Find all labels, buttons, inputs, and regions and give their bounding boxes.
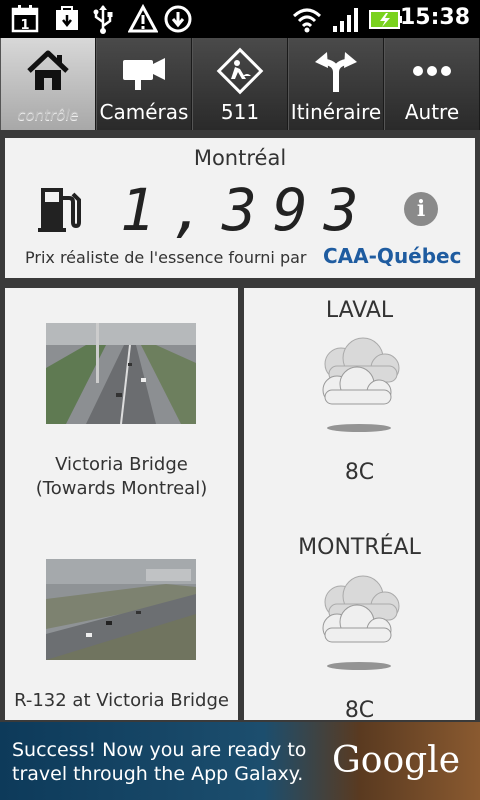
- cloudy-icon: [322, 337, 400, 432]
- signal-icon: [333, 8, 358, 32]
- tab-label: contrôle: [17, 106, 79, 124]
- tab-label: Autre: [404, 100, 460, 124]
- home-icon: [27, 50, 69, 90]
- usb-icon: [93, 5, 113, 34]
- tab-bar: contrôle Caméras 511 Itinéraire Autre: [0, 38, 480, 130]
- gas-city: Montréal: [193, 146, 287, 170]
- tab-controle[interactable]: contrôle: [0, 38, 96, 130]
- more-dots-icon: [413, 66, 451, 76]
- gas-pump-icon: [38, 188, 81, 232]
- clock: 15:38: [399, 5, 470, 30]
- cameras-card: Victoria Bridge (Towards Montreal) R-132…: [5, 288, 238, 720]
- camera-caption-line1: Victoria Bridge: [55, 454, 188, 475]
- camera-caption-line1: R-132 at Victoria Bridge: [14, 690, 229, 711]
- gas-price: 1,393: [120, 176, 375, 244]
- battery-charging-icon: [369, 10, 402, 29]
- gas-price-card[interactable]: Montréal 1,393 i Prix réaliste de l'esse…: [5, 138, 475, 278]
- ad-banner[interactable]: Success! Now you are ready to travel thr…: [0, 722, 480, 800]
- tab-cameras[interactable]: Caméras: [96, 38, 192, 130]
- weather-city: MONTRÉAL: [298, 535, 421, 560]
- status-bar: 1 15:38: [0, 0, 480, 38]
- weather-card: LAVAL 8C MONTRÉAL 8C: [244, 288, 475, 720]
- fork-arrow-icon: [315, 52, 357, 92]
- roadwork-sign-icon: [216, 47, 264, 95]
- download-icon: [56, 6, 78, 30]
- warning-icon: [128, 4, 158, 33]
- weather-city: LAVAL: [325, 298, 394, 323]
- calendar-icon: 1: [11, 5, 39, 33]
- weather-temp: 8C: [344, 460, 375, 485]
- wifi-icon: [292, 8, 322, 33]
- camera-caption-line2: (Towards Montreal): [35, 478, 208, 499]
- info-icon[interactable]: i: [404, 192, 438, 226]
- weather-temp: 8C: [344, 698, 375, 720]
- tab-itineraire[interactable]: Itinéraire: [288, 38, 384, 130]
- tab-autre[interactable]: Autre: [384, 38, 480, 130]
- gas-provider-link[interactable]: CAA-Québec: [323, 244, 461, 268]
- cloudy-icon: [322, 575, 400, 670]
- camera-icon: [123, 58, 165, 90]
- camera-thumbnail[interactable]: [46, 559, 196, 660]
- tab-511[interactable]: 511: [192, 38, 288, 130]
- gas-credit: Prix réaliste de l'essence fourni par: [25, 248, 307, 267]
- ad-text: Success! Now you are ready to travel thr…: [12, 739, 307, 785]
- download-progress-icon: [164, 5, 192, 33]
- tab-label: Caméras: [99, 100, 189, 124]
- tab-label: 511: [220, 100, 260, 124]
- camera-thumbnail[interactable]: [46, 323, 196, 424]
- tab-label: Itinéraire: [290, 100, 382, 124]
- calendar-day: 1: [20, 18, 29, 33]
- ad-brand-logo: Google: [332, 740, 460, 781]
